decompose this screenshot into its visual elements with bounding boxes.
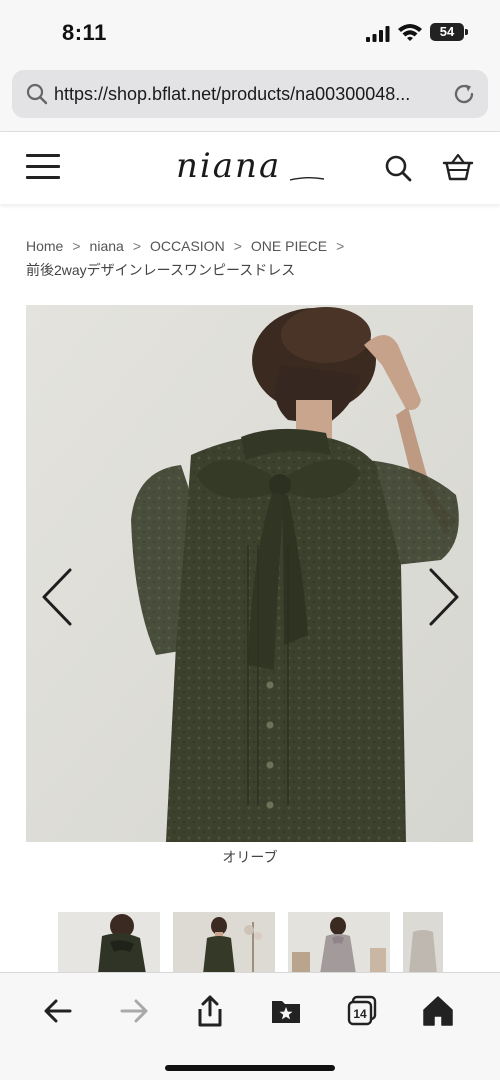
search-icon[interactable] — [384, 154, 412, 182]
share-icon[interactable] — [192, 993, 228, 1029]
menu-icon[interactable] — [26, 154, 60, 180]
thumbnail-3[interactable] — [288, 912, 390, 974]
home-icon[interactable] — [420, 993, 456, 1029]
site-logo[interactable]: niana — [176, 146, 281, 186]
tabs-count: 14 — [353, 1007, 367, 1021]
product-image[interactable] — [26, 305, 473, 842]
url-text[interactable]: https://shop.bflat.net/products/na003000… — [54, 84, 448, 105]
wifi-icon — [398, 24, 422, 41]
back-icon[interactable] — [40, 993, 76, 1029]
breadcrumb-current: 前後2wayデザインレースワンピースドレス — [26, 262, 296, 278]
home-indicator — [165, 1065, 335, 1071]
browser-address-area: https://shop.bflat.net/products/na003000… — [0, 66, 500, 132]
breadcrumb: Home > niana > OCCASION > ONE PIECE > 前後2wayデザイ… — [26, 235, 476, 281]
status-bar: 8:11 54 — [0, 0, 500, 66]
breadcrumb-category[interactable]: OCCASION — [150, 235, 225, 257]
breadcrumb-separator: > — [233, 238, 242, 254]
address-bar[interactable]: https://shop.bflat.net/products/na003000… — [12, 70, 488, 118]
logo-flourish — [290, 177, 324, 181]
tabs-icon[interactable]: 14 — [344, 993, 380, 1029]
breadcrumb-brand[interactable]: niana — [90, 235, 124, 257]
thumbnail-4[interactable] — [403, 912, 443, 974]
breadcrumb-separator: > — [132, 238, 141, 254]
browser-toolbar: 14 — [0, 972, 500, 1080]
thumbnail-1[interactable] — [58, 912, 160, 974]
battery-tip — [465, 29, 468, 35]
product-photo — [26, 305, 473, 842]
breadcrumb-separator: > — [336, 238, 345, 254]
breadcrumb-separator: > — [72, 238, 81, 254]
breadcrumb-subcategory[interactable]: ONE PIECE — [251, 235, 327, 257]
signal-icon — [366, 26, 390, 42]
status-time: 8:11 — [62, 20, 107, 45]
thumbnail-2[interactable] — [173, 912, 275, 974]
color-caption: オリーブ — [222, 849, 278, 865]
cart-icon[interactable] — [442, 152, 474, 182]
breadcrumb-home[interactable]: Home — [26, 235, 63, 257]
reload-icon[interactable] — [452, 82, 476, 106]
battery-indicator: 54 — [430, 23, 464, 41]
thumbnail-strip — [0, 912, 500, 974]
forward-icon[interactable] — [116, 993, 152, 1029]
search-icon — [26, 83, 48, 105]
site-header: niana — [0, 132, 500, 204]
bookmarks-icon[interactable] — [268, 993, 304, 1029]
